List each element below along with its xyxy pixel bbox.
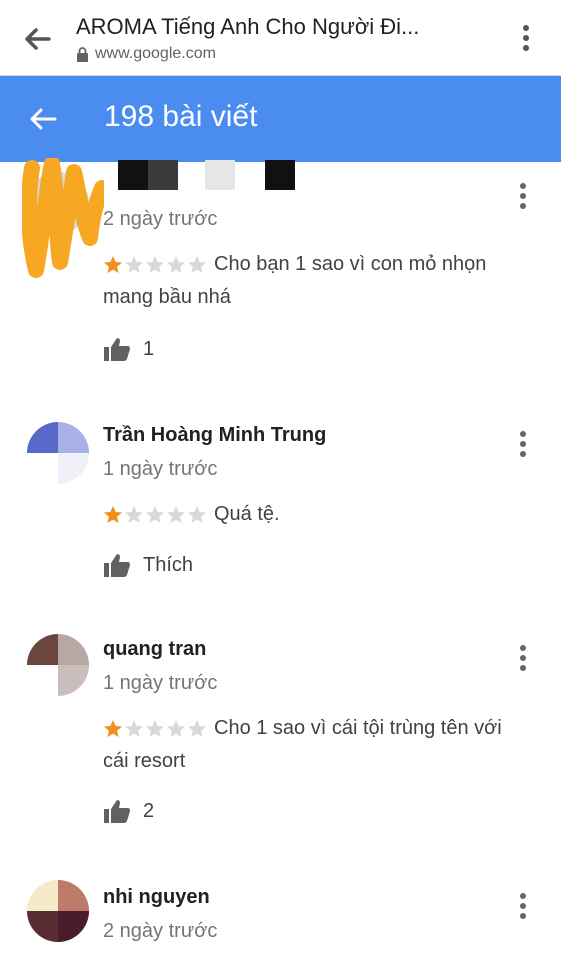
star-empty-icon — [146, 256, 164, 274]
star-empty-icon — [146, 720, 164, 738]
arrow-left-icon[interactable] — [22, 24, 52, 54]
star-filled-icon — [104, 720, 122, 738]
star-empty-icon — [167, 720, 185, 738]
star-rating — [103, 713, 208, 745]
thumbs-up-icon — [104, 800, 130, 823]
like-count: 1 — [143, 337, 155, 360]
review-time: 2 ngày trước — [103, 920, 218, 942]
avatar[interactable] — [27, 634, 89, 696]
star-empty-icon — [125, 256, 143, 274]
redaction-block — [118, 160, 148, 190]
more-vert-icon[interactable] — [517, 182, 529, 210]
review-body: Quá tệ. — [103, 498, 523, 531]
star-filled-icon — [104, 506, 122, 524]
star-empty-icon — [167, 256, 185, 274]
like-count: 2 — [143, 799, 155, 822]
reviewer-name[interactable]: nhi nguyen — [103, 886, 210, 909]
redaction-block — [265, 160, 295, 190]
more-vert-icon[interactable] — [519, 24, 533, 52]
avatar[interactable] — [27, 880, 89, 942]
reviewer-name[interactable]: quang tran — [103, 638, 206, 661]
star-rating — [103, 249, 208, 281]
reviewer-name[interactable]: Trần Hoàng Minh Trung — [103, 424, 326, 447]
page-title: AROMA Tiếng Anh Cho Người Đi... — [76, 14, 420, 39]
star-empty-icon — [125, 506, 143, 524]
star-filled-icon — [104, 256, 122, 274]
review-item: Trần Hoàng Minh Trung 1 ngày trước Quá t… — [0, 406, 561, 621]
avatar[interactable] — [27, 422, 89, 484]
star-empty-icon — [125, 720, 143, 738]
like-label: Thích — [143, 553, 194, 576]
review-text: Quá tệ. — [214, 503, 280, 525]
star-empty-icon — [188, 720, 206, 738]
star-rating — [103, 499, 208, 531]
star-empty-icon — [167, 506, 185, 524]
like-button[interactable]: 2 — [103, 798, 154, 824]
more-vert-icon[interactable] — [517, 892, 529, 920]
review-item: quang tran 1 ngày trước Cho 1 sao vì cái… — [0, 620, 561, 869]
review-time: 1 ngày trước — [103, 458, 218, 480]
review-body: Cho bạn 1 sao vì con mỏ nhọn mang bầu nh… — [103, 248, 523, 313]
app-bar: 198 bài viết — [0, 76, 561, 162]
browser-toolbar: AROMA Tiếng Anh Cho Người Đi... www.goog… — [0, 0, 561, 76]
review-item: nhi nguyen 2 ngày trước — [0, 868, 561, 960]
thumbs-up-icon — [104, 338, 130, 361]
arrow-left-icon[interactable] — [28, 104, 58, 134]
review-time: 2 ngày trước — [103, 208, 218, 230]
redaction-block — [205, 160, 235, 190]
like-button[interactable]: 1 — [103, 336, 154, 362]
star-empty-icon — [188, 256, 206, 274]
review-time: 1 ngày trước — [103, 672, 218, 694]
like-button[interactable]: Thích — [103, 552, 193, 578]
redaction-block — [148, 160, 178, 190]
star-empty-icon — [146, 506, 164, 524]
redaction-scribble — [22, 158, 104, 278]
star-empty-icon — [188, 506, 206, 524]
more-vert-icon[interactable] — [517, 644, 529, 672]
url-text: www.google.com — [95, 45, 216, 62]
more-vert-icon[interactable] — [517, 430, 529, 458]
review-count-title: 198 bài viết — [104, 100, 258, 133]
thumbs-up-icon — [104, 554, 130, 577]
url-bar[interactable]: www.google.com — [76, 45, 216, 63]
lock-icon — [77, 46, 88, 62]
review-body: Cho 1 sao vì cái tội trùng tên với cái r… — [103, 712, 523, 777]
